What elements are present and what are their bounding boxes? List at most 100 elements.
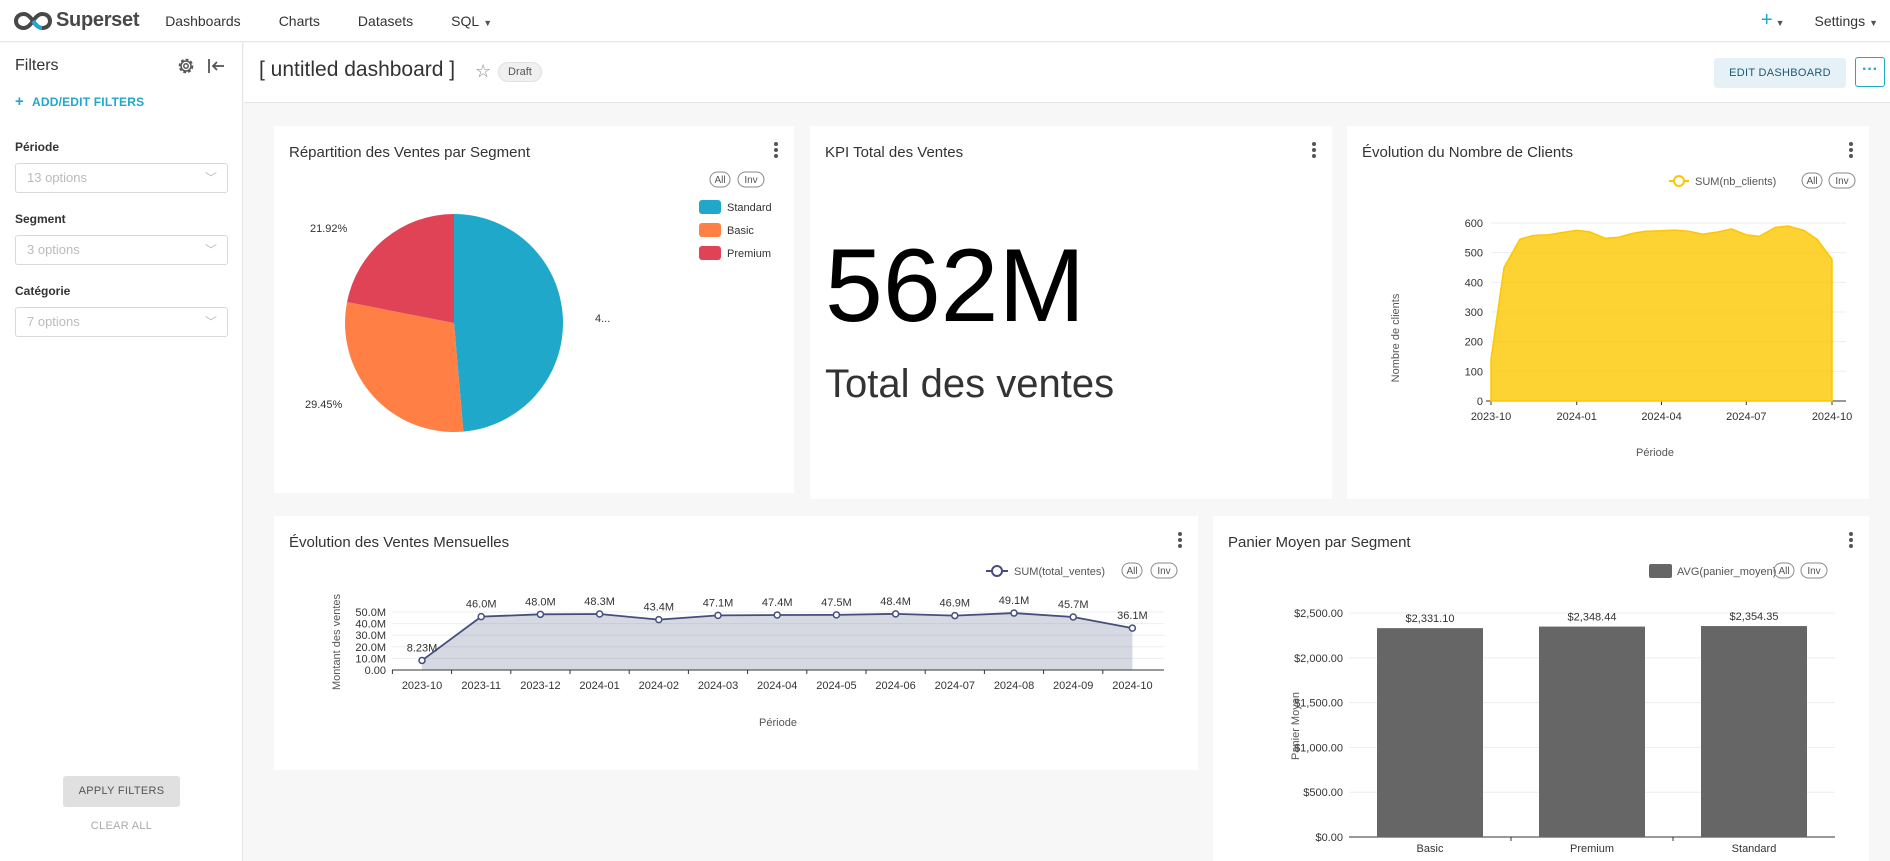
x-tick-label: 2024-02 (639, 680, 679, 692)
pie-slice-standard[interactable] (454, 214, 563, 432)
legend-item-standard[interactable]: Standard (699, 200, 772, 214)
edit-dashboard-button[interactable]: EDIT DASHBOARD (1714, 58, 1846, 88)
x-tick-label: 2024-05 (816, 680, 856, 692)
legend-all-button[interactable]: All (1773, 562, 1795, 579)
gear-icon[interactable] (176, 56, 196, 76)
bar-value-label: $2,348.44 (1568, 612, 1617, 624)
nav-dashboards[interactable]: Dashboards (165, 13, 241, 29)
data-point[interactable] (595, 610, 604, 618)
legend-inv-button[interactable]: Inv (737, 171, 765, 188)
y-tick-label: 0 (1477, 396, 1483, 408)
data-point[interactable] (714, 611, 722, 620)
x-tick-label: 2024-06 (875, 680, 915, 692)
data-point[interactable] (1010, 609, 1018, 617)
data-point[interactable] (1128, 624, 1137, 632)
filter-label-periode: Période (15, 140, 60, 154)
nav-sql-label: SQL (451, 12, 480, 29)
legend-all-button[interactable]: All (709, 171, 731, 188)
data-point[interactable] (1069, 613, 1077, 621)
filter-placeholder: 7 options (27, 314, 80, 329)
y-tick-label: 0.00 (365, 665, 386, 677)
x-tick-label: 2023-10 (1471, 411, 1511, 423)
y-axis-label: Montant des ventes (331, 594, 343, 691)
legend-all-button[interactable]: All (1121, 562, 1143, 579)
nav-sql[interactable]: SQL ▼ (451, 13, 492, 29)
chart-card-clients: Évolution du Nombre de Clients SUM(nb_cl… (1347, 126, 1869, 499)
data-label: 8.23M (407, 642, 438, 654)
superset-logo-icon (14, 11, 52, 30)
data-point[interactable] (951, 611, 959, 620)
legend-inv-button[interactable]: Inv (1800, 562, 1828, 579)
star-icon[interactable]: ☆ (475, 61, 491, 82)
brand-logo[interactable]: Superset (14, 9, 139, 32)
data-point[interactable] (418, 656, 426, 665)
filter-placeholder: 13 options (27, 170, 87, 185)
data-point[interactable] (832, 611, 841, 619)
y-tick-label: $2,000.00 (1294, 653, 1343, 665)
caret-down-icon: ▼ (1775, 18, 1785, 28)
legend-label: AVG(panier_moyen) (1677, 566, 1776, 578)
x-tick-label: 2024-04 (1641, 411, 1681, 423)
bar-value-label: $2,354.35 (1730, 611, 1779, 623)
data-label: 45.7M (1058, 599, 1089, 611)
filter-select-periode[interactable]: 13 options ﹀ (15, 163, 228, 193)
chart-card-kpi: KPI Total des Ventes 562M Total des vent… (810, 126, 1332, 499)
y-tick-label: 20.0M (355, 642, 386, 654)
data-label: 48.0M (525, 596, 556, 608)
line-chart: SUM(total_ventes) All Inv 0.0010.0M20.0M… (331, 562, 1178, 729)
legend-all-button[interactable]: All (1801, 172, 1823, 189)
data-point[interactable] (477, 612, 485, 621)
legend-item-basic[interactable]: Basic (699, 223, 754, 237)
pie-slice-basic[interactable] (345, 302, 464, 432)
legend-inv-button[interactable]: Inv (1150, 562, 1178, 579)
data-point[interactable] (536, 610, 545, 619)
y-tick-label: 30.0M (355, 630, 386, 642)
data-point[interactable] (891, 610, 900, 618)
y-tick-label: 100 (1465, 366, 1483, 378)
chevron-down-icon: ﹀ (204, 243, 217, 257)
clear-all-button[interactable]: CLEAR ALL (63, 820, 180, 832)
chevron-down-icon: ﹀ (204, 315, 217, 329)
pie-chart: 21.92% 29.45% 4... All Inv Standard Basic… (305, 171, 772, 432)
legend-inv-button[interactable]: Inv (1828, 172, 1856, 189)
filters-title: Filters (15, 57, 59, 74)
area-chart: SUM(nb_clients) All Inv 0 100 200 300 400 500… (1390, 172, 1856, 459)
top-navbar: Superset Dashboards Charts Datasets SQL ▼… (0, 0, 1890, 42)
apply-filters-button[interactable]: APPLY FILTERS (63, 776, 180, 807)
more-vertical-icon[interactable] (1312, 142, 1316, 158)
legend-all-label: All (714, 175, 725, 186)
pie-legend: All Inv Standard Basic Premium (699, 171, 772, 260)
bar-basic[interactable] (1377, 628, 1483, 837)
x-tick-label: 2024-10 (1112, 680, 1152, 692)
x-tick-label: 2024-03 (698, 680, 738, 692)
y-axis-label: Nombre de clients (1390, 293, 1402, 382)
bar-premium[interactable] (1539, 626, 1645, 837)
y-tick-label: 40.0M (355, 619, 386, 631)
y-tick-label: $2,500.00 (1294, 608, 1343, 620)
clients-legend: SUM(nb_clients) All Inv (1669, 172, 1856, 189)
data-label: 46.0M (466, 599, 497, 611)
y-tick-label: 50.0M (355, 607, 386, 619)
data-label: 48.4M (880, 596, 911, 608)
filters-sidebar: Filters + ADD/EDIT FILTERS Période 13 opt… (0, 43, 243, 861)
legend-item-premium[interactable]: Premium (699, 246, 771, 260)
filter-select-categorie[interactable]: 7 options ﹀ (15, 307, 228, 337)
nav-charts[interactable]: Charts (279, 13, 320, 29)
plus-icon: + (1760, 9, 1773, 31)
draft-badge[interactable]: Draft (498, 62, 542, 82)
add-edit-filters-button[interactable]: + ADD/EDIT FILTERS (15, 93, 144, 110)
data-point[interactable] (655, 615, 663, 624)
filter-select-segment[interactable]: 3 options ﹀ (15, 235, 228, 265)
dashboard-header: [ untitled dashboard ] ☆ Draft EDIT DASH… (244, 43, 1890, 103)
dashboard-title[interactable]: [ untitled dashboard ] (259, 58, 455, 82)
collapse-icon[interactable] (206, 56, 226, 76)
more-options-button[interactable]: ··· (1855, 57, 1885, 87)
settings-menu[interactable]: Settings ▼ (1814, 13, 1878, 29)
new-item-button[interactable]: + ▼ (1761, 9, 1785, 32)
nav-datasets[interactable]: Datasets (358, 13, 413, 29)
data-point[interactable] (773, 611, 781, 619)
y-tick-label: 500 (1465, 248, 1483, 260)
bar-standard[interactable] (1701, 626, 1807, 837)
legend-inv-label: Inv (1157, 566, 1170, 577)
x-tick-label: 2024-04 (757, 680, 797, 692)
